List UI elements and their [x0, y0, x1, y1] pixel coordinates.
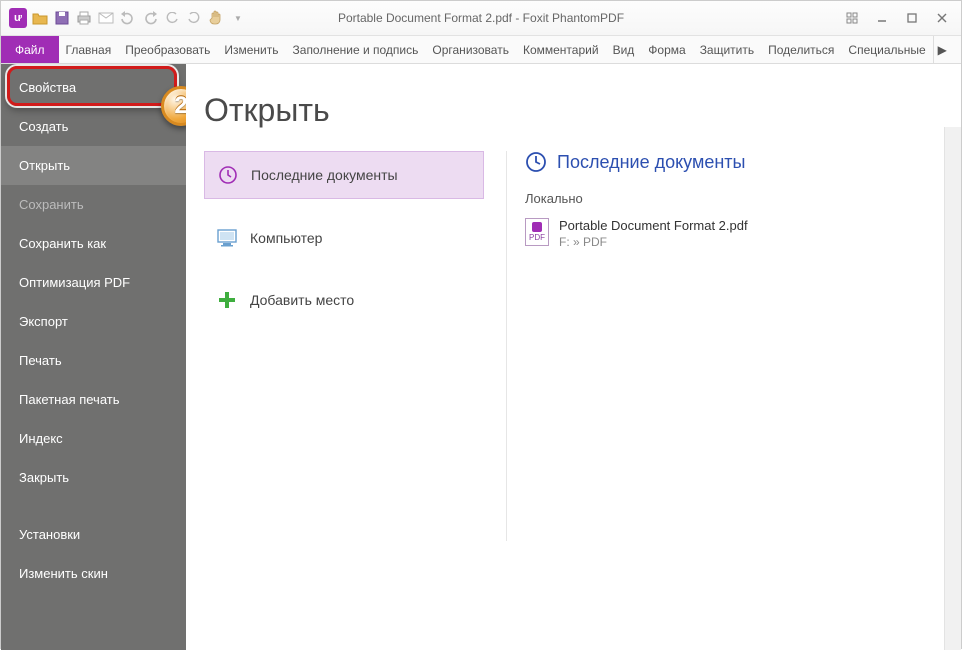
file-menu-sidebar: Свойства Создать Открыть Сохранить Сохра…	[1, 64, 186, 650]
open-icon[interactable]	[31, 9, 49, 27]
source-add-place[interactable]: Добавить место	[204, 277, 484, 323]
tab-protect[interactable]: Защитить	[693, 36, 761, 63]
quick-access-toolbar: ư ▼	[1, 9, 247, 27]
source-recent-documents[interactable]: Последние документы	[204, 151, 484, 199]
file-menu-save: Сохранить	[1, 185, 186, 224]
file-menu-index[interactable]: Индекс	[1, 419, 186, 458]
file-menu-create[interactable]: Создать	[1, 107, 186, 146]
tab-organize[interactable]: Организовать	[425, 36, 516, 63]
clock-icon	[217, 164, 239, 186]
source-label: Последние документы	[251, 167, 398, 183]
tab-convert[interactable]: Преобразовать	[118, 36, 217, 63]
save-icon[interactable]	[53, 9, 71, 27]
source-computer[interactable]: Компьютер	[204, 215, 484, 261]
tab-home[interactable]: Главная	[59, 36, 119, 63]
recent-documents-panel: Последние документы Локально PDF Portabl…	[506, 151, 943, 541]
recent-heading-text: Последние документы	[557, 152, 745, 173]
print-icon[interactable]	[75, 9, 93, 27]
redo-icon[interactable]	[141, 9, 159, 27]
file-menu-optimize[interactable]: Оптимизация PDF	[1, 263, 186, 302]
close-button[interactable]	[927, 7, 957, 29]
file-menu-preferences[interactable]: Установки	[1, 515, 186, 554]
tab-comment[interactable]: Комментарий	[516, 36, 606, 63]
file-menu-save-as[interactable]: Сохранить как	[1, 224, 186, 263]
tab-special[interactable]: Специальные	[841, 36, 932, 63]
plus-icon	[216, 289, 238, 311]
computer-icon	[216, 227, 238, 249]
file-menu-properties[interactable]: Свойства	[1, 68, 186, 107]
recent-group-title: Локально	[525, 191, 943, 206]
maximize-button[interactable]	[897, 7, 927, 29]
file-menu-close[interactable]: Закрыть	[1, 458, 186, 497]
open-sources-list: Последние документы Компьютер Добавить м…	[204, 151, 484, 541]
tab-form[interactable]: Форма	[641, 36, 692, 63]
source-label: Компьютер	[250, 230, 322, 246]
file-menu-print[interactable]: Печать	[1, 341, 186, 380]
recent-documents-heading: Последние документы	[525, 151, 943, 173]
recent-file-item[interactable]: PDF Portable Document Format 2.pdf F: » …	[525, 214, 943, 253]
tab-edit[interactable]: Изменить	[217, 36, 285, 63]
open-heading: Открыть	[204, 92, 943, 129]
clock-icon	[525, 151, 547, 173]
ribbon-tabs: Файл Главная Преобразовать Изменить Запо…	[1, 36, 961, 64]
window-title: Portable Document Format 2.pdf - Foxit P…	[338, 11, 624, 25]
undo-history-icon[interactable]	[163, 9, 181, 27]
pdf-file-icon: PDF	[525, 218, 549, 246]
redo-history-icon[interactable]	[185, 9, 203, 27]
tab-fill-sign[interactable]: Заполнение и подпись	[286, 36, 426, 63]
dropdown-icon[interactable]: ▼	[229, 9, 247, 27]
ribbon-collapse-icon[interactable]	[837, 7, 867, 29]
ribbon-overflow-icon[interactable]: ▶	[933, 36, 951, 63]
open-panel: Открыть Последние документы Компьютер	[186, 64, 961, 650]
title-bar: ư ▼ Portable Document Format 2.pdf - Fox…	[1, 1, 961, 36]
tab-view[interactable]: Вид	[606, 36, 642, 63]
tab-share[interactable]: Поделиться	[761, 36, 841, 63]
file-menu-batch-print[interactable]: Пакетная печать	[1, 380, 186, 419]
hand-tool-icon[interactable]	[207, 9, 225, 27]
recent-file-path: F: » PDF	[559, 235, 748, 249]
file-menu-change-skin[interactable]: Изменить скин	[1, 554, 186, 593]
file-menu-open[interactable]: Открыть	[1, 146, 186, 185]
file-menu-export[interactable]: Экспорт	[1, 302, 186, 341]
source-label: Добавить место	[250, 292, 354, 308]
recent-file-name: Portable Document Format 2.pdf	[559, 218, 748, 233]
undo-icon[interactable]	[119, 9, 137, 27]
tab-file[interactable]: Файл	[1, 36, 59, 63]
vertical-scrollbar[interactable]	[944, 127, 961, 650]
minimize-button[interactable]	[867, 7, 897, 29]
email-icon[interactable]	[97, 9, 115, 27]
app-logo-icon: ư	[9, 9, 27, 27]
